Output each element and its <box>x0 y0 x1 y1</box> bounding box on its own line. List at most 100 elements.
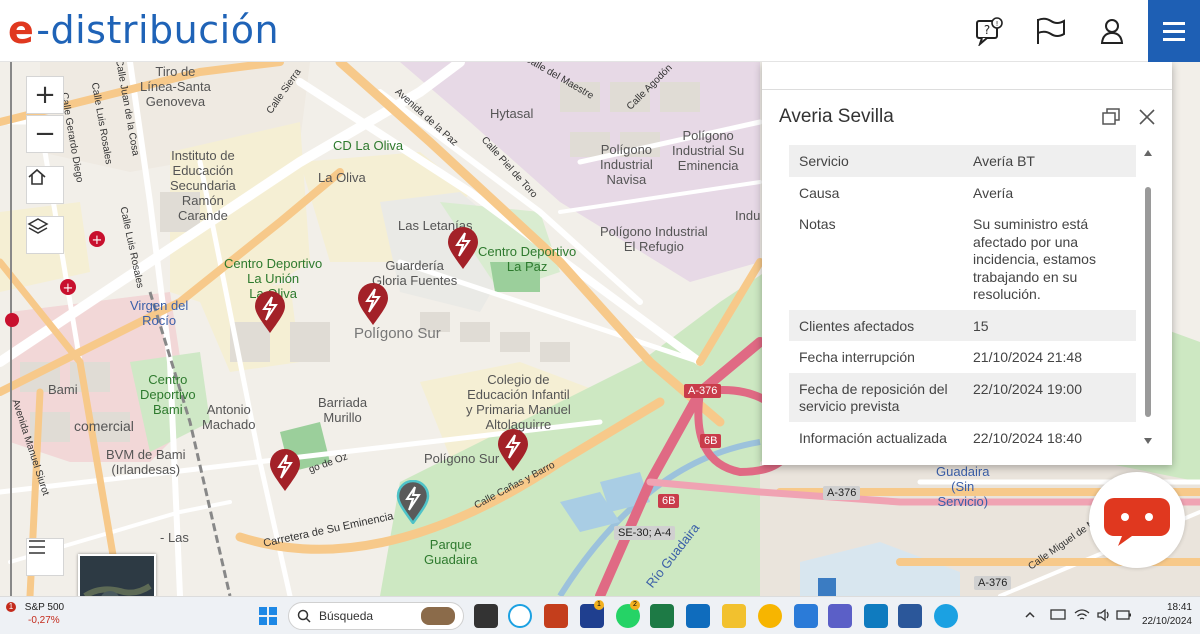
label-parque: Parque Guadaira <box>424 537 478 567</box>
outage-marker-icon[interactable] <box>496 428 530 472</box>
label-antonio: Antonio Machado <box>202 402 256 432</box>
label-cd-paz: Centro Deportivo La Paz <box>478 244 577 274</box>
help-question-icon[interactable]: ?! <box>972 14 1006 48</box>
search-icon <box>297 609 311 623</box>
label-hytasal: Hytasal <box>490 106 534 121</box>
layers-icon[interactable] <box>26 216 64 254</box>
home-icon[interactable] <box>26 166 64 204</box>
attr-value: Avería <box>973 184 1014 201</box>
stock-name: S&P 500 <box>24 602 65 613</box>
label-bvm: BVM de Bami (Irlandesas) <box>106 447 186 477</box>
wifi-icon[interactable] <box>1074 608 1090 622</box>
app-calculator-icon[interactable] <box>864 604 888 628</box>
help-app-icon[interactable] <box>934 604 958 628</box>
outlook-icon[interactable] <box>686 604 710 628</box>
label-su-eminencia: Polígono Industrial Su Eminencia <box>672 128 745 173</box>
road-shield-6b: 6B <box>658 494 680 508</box>
popup-scrollbar[interactable] <box>1144 145 1152 455</box>
edge-icon[interactable] <box>508 604 532 628</box>
zoom-out-button[interactable]: − <box>26 115 64 153</box>
attr-value: 21/10/2024 21:48 <box>973 349 1082 365</box>
label-tiro: Tiro de Línea-Santa Genoveva <box>140 64 211 109</box>
attr-value: Avería BT <box>973 153 1035 169</box>
label-cd-bami: Centro Deportivo Bami <box>140 372 196 417</box>
chat-bubble-icon <box>1104 498 1170 546</box>
powerpoint-icon[interactable] <box>544 604 568 628</box>
attr-row: Fecha de reposición del servicio previst… <box>789 372 1136 422</box>
attr-key: Causa <box>799 184 840 201</box>
clock[interactable]: 18:41 22/10/2024 <box>1142 601 1192 629</box>
attr-value: 22/10/2024 19:00 <box>973 380 1082 397</box>
selected-outage-marker-icon[interactable] <box>396 480 430 524</box>
task-view-icon[interactable] <box>474 604 498 628</box>
user-icon[interactable] <box>1095 14 1129 48</box>
outage-info-popup: Averia Sevilla Servicio Avería BT Causa Av… <box>762 62 1172 465</box>
popup-title: Averia Sevilla <box>779 106 894 127</box>
teams-icon[interactable] <box>828 604 852 628</box>
outage-marker-icon[interactable] <box>356 282 390 326</box>
battery-icon[interactable] <box>1116 608 1132 622</box>
basemap-toggle-thumbnail[interactable] <box>78 554 156 596</box>
zoom-in-button[interactable]: + <box>26 76 64 114</box>
legend-list-icon[interactable] <box>26 538 64 576</box>
windows-start-icon[interactable] <box>258 606 278 626</box>
stock-widget[interactable]: 1 S&P 500 -0,27% <box>6 601 64 627</box>
attr-row: Servicio Avería BT <box>789 145 1136 177</box>
app-yellow-icon[interactable] <box>758 604 782 628</box>
attr-row: Causa Avería <box>789 177 1136 209</box>
scrollbar-thumb[interactable] <box>1145 187 1151 417</box>
excel-icon[interactable] <box>650 604 674 628</box>
attr-value: 15 <box>973 317 989 334</box>
road-shield-a376: A-376 <box>684 384 722 398</box>
road-shield-se30: SE-30; A-4 <box>614 526 676 540</box>
label-colegio: Colegio de Educación Infantil y Primaria… <box>466 372 571 432</box>
popup-attribute-table: Servicio Avería BT Causa Avería Notas Su su… <box>789 145 1136 451</box>
label-barriada: Barriada Murillo <box>318 395 368 425</box>
close-icon[interactable] <box>1136 106 1158 128</box>
search-placeholder: Búsqueda <box>319 609 374 623</box>
notification-badge: 1 <box>6 602 16 613</box>
label-comercial: comercial <box>74 418 134 434</box>
label-cd-oliva: CD La Oliva <box>333 138 404 153</box>
search-highlight-icon <box>421 607 455 625</box>
app-l-badge: 1 <box>594 600 604 610</box>
flag-icon[interactable] <box>1034 14 1068 48</box>
popup-top-bar <box>762 62 1172 90</box>
hamburger-menu-icon[interactable] <box>1148 0 1200 62</box>
network-icon[interactable] <box>1050 608 1066 622</box>
attr-key: Servicio <box>799 153 849 169</box>
label-las: - Las <box>160 530 189 545</box>
label-bami: Bami <box>48 382 78 397</box>
volume-icon[interactable] <box>1096 608 1112 622</box>
attr-row: Notas Su suministro está afectado por una… <box>789 208 1136 310</box>
outage-marker-icon[interactable] <box>268 448 302 492</box>
outage-marker-icon[interactable] <box>253 290 287 334</box>
label-navisa: Polígono Industrial Navisa <box>600 142 653 187</box>
chatbot-button[interactable] <box>1089 472 1185 568</box>
road-shield-6b: 6B <box>700 434 722 448</box>
scroll-down-icon[interactable] <box>1144 437 1152 445</box>
dock-window-icon[interactable] <box>1100 106 1122 128</box>
label-virgen: Virgen del Rocío <box>130 298 189 328</box>
label-poligono-sur-2: Polígono Sur <box>424 451 500 466</box>
label-refugio: Polígono Industrial El Refugio <box>600 224 708 254</box>
app-blue-icon[interactable] <box>794 604 818 628</box>
svg-text:+: + <box>92 233 103 248</box>
attr-value: 22/10/2024 18:40 <box>973 429 1082 446</box>
app-header: e -distribución ?! <box>0 0 1200 62</box>
chevron-up-icon[interactable] <box>1024 609 1036 621</box>
attr-key: Fecha de reposición del servicio previst… <box>799 380 948 415</box>
file-explorer-icon[interactable] <box>722 604 746 628</box>
svg-text:+: + <box>63 281 74 296</box>
road-shield-a376: A-376 <box>974 576 1012 590</box>
stock-change: -0,27% <box>28 615 60 626</box>
label-la-oliva: La Oliva <box>318 170 366 185</box>
scroll-up-icon[interactable] <box>1144 149 1152 157</box>
logo-e: e <box>8 8 35 52</box>
e-distribucion-logo[interactable]: e -distribución <box>8 8 279 52</box>
taskbar-search[interactable]: Búsqueda <box>288 602 464 630</box>
attr-key: Clientes afectados <box>799 317 915 334</box>
word-icon[interactable] <box>898 604 922 628</box>
outage-marker-icon[interactable] <box>446 226 480 270</box>
road-shield-a376: A-376 <box>823 486 861 500</box>
